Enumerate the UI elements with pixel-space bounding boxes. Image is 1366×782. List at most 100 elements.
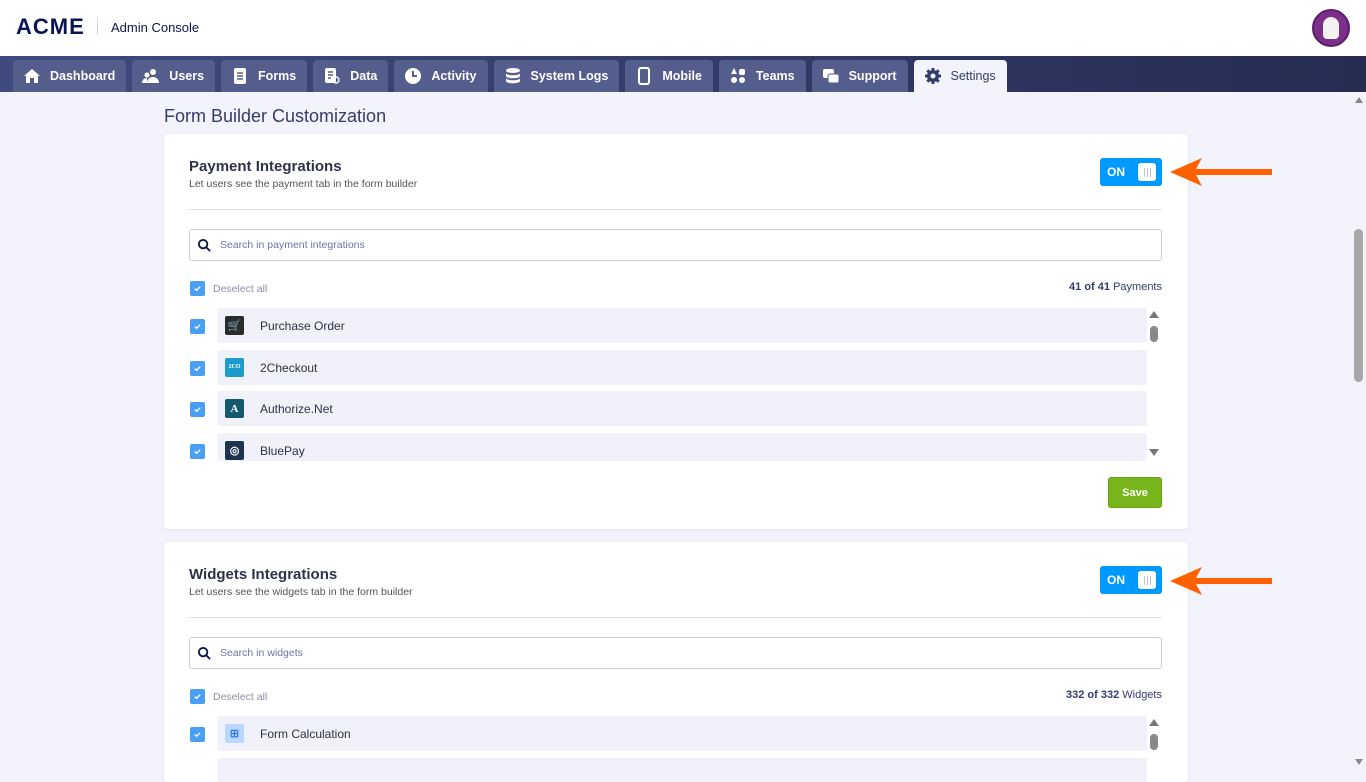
tab-forms[interactable]: Forms — [221, 60, 308, 92]
checkbox-checked[interactable] — [190, 319, 205, 334]
integration-item[interactable]: 🛒 Purchase Order — [217, 308, 1147, 343]
integration-item[interactable]: 2CO 2Checkout — [217, 349, 1147, 385]
teams-icon — [730, 68, 745, 83]
toggle-label: ON — [1107, 573, 1125, 587]
integration-name: Authorize.Net — [260, 402, 333, 417]
page-scrollbar[interactable] — [1352, 92, 1366, 768]
integration-name: Purchase Order — [260, 319, 345, 333]
toggle-knob — [1138, 163, 1156, 181]
tab-dashboard[interactable]: Dashboard — [13, 60, 127, 92]
divider — [189, 209, 1162, 210]
list-item — [190, 758, 1150, 782]
deselect-all[interactable]: Deselect all — [190, 281, 267, 296]
user-avatar[interactable] — [1312, 9, 1350, 47]
integration-logo-icon: ◎ — [225, 441, 244, 461]
integration-name: BluePay — [260, 444, 305, 459]
app-title: Admin Console — [111, 20, 200, 35]
count-value: 332 of 332 — [1065, 689, 1120, 701]
integration-logo-icon: 2CO — [225, 357, 244, 377]
tab-support[interactable]: Support — [811, 60, 908, 92]
list-item: ◎ BluePay — [190, 433, 1150, 461]
payment-search[interactable] — [189, 229, 1162, 261]
tab-settings[interactable]: Settings — [913, 60, 1007, 92]
annotation-arrow — [1170, 567, 1272, 595]
checkbox-checked[interactable] — [190, 360, 205, 376]
checkbox-checked[interactable] — [190, 689, 205, 704]
deselect-all[interactable]: Deselect all — [190, 689, 267, 704]
payment-search-input[interactable] — [220, 236, 1120, 254]
tab-label: Data — [350, 69, 378, 83]
tab-system-logs[interactable]: System Logs — [493, 60, 620, 92]
tab-label: Support — [848, 69, 897, 83]
annotation-arrow — [1170, 158, 1272, 186]
checkbox-checked[interactable] — [190, 402, 205, 418]
tab-label: Users — [169, 69, 205, 83]
integration-item[interactable]: A Authorize.Net — [217, 391, 1147, 427]
app-header: ACME Admin Console — [0, 0, 1366, 56]
section-title: Payment Integrations — [189, 158, 342, 175]
save-button[interactable]: Save — [1108, 477, 1162, 508]
main-nav: Dashboard Users Forms Data Activity System Lo… — [0, 56, 1366, 92]
integration-logo-icon: ⊞ — [225, 724, 244, 743]
payment-toggle[interactable]: ON — [1100, 158, 1162, 186]
widgets-list: ⊞ Form Calculation — [190, 716, 1162, 782]
integration-item[interactable]: ◎ BluePay — [217, 433, 1147, 461]
payment-integrations-card: Payment Integrations Let users see the p… — [164, 134, 1188, 529]
gear-icon — [924, 68, 941, 84]
count-unit: Widgets — [1122, 689, 1162, 701]
widgets-toggle[interactable]: ON — [1100, 566, 1162, 594]
tab-activity[interactable]: Activity — [394, 60, 488, 92]
widgets-search-input[interactable] — [220, 644, 1120, 662]
page-title: Form Builder Customization — [164, 106, 387, 126]
section-subtitle: Let users see the payment tab in the for… — [189, 178, 418, 190]
list-item: A Authorize.Net — [190, 391, 1150, 427]
integration-logo-icon: A — [225, 399, 244, 419]
divider — [189, 617, 1162, 618]
users-icon — [142, 69, 160, 83]
toggle-label: ON — [1107, 165, 1125, 179]
tab-users[interactable]: Users — [132, 60, 216, 92]
tab-label: Activity — [431, 69, 477, 83]
section-subtitle: Let users see the widgets tab in the for… — [189, 586, 413, 598]
count-value: 41 of 41 — [1069, 281, 1111, 293]
mobile-icon — [638, 67, 651, 85]
deselect-label: Deselect all — [213, 690, 268, 703]
search-icon — [197, 238, 211, 252]
payment-list: ◎ BluePay A Authorize.Net 2CO 2Checkout 🛒 Purch… — [190, 308, 1162, 461]
acme-logo[interactable]: ACME — [16, 14, 85, 40]
home-icon — [24, 69, 40, 83]
data-icon — [325, 68, 340, 84]
forms-icon — [234, 68, 247, 84]
database-icon — [505, 68, 520, 84]
list-scrollbar[interactable] — [1148, 308, 1160, 461]
chat-icon — [822, 69, 840, 84]
widgets-integrations-card: Widgets Integrations Let users see the w… — [164, 542, 1188, 782]
tab-label: Settings — [950, 69, 996, 83]
integration-name: 2Checkout — [260, 360, 318, 375]
widgets-search[interactable] — [189, 637, 1162, 669]
list-item: ⊞ Form Calculation — [190, 716, 1150, 752]
widgets-count: 332 of 332 Widgets — [1066, 689, 1162, 701]
tab-label: System Logs — [530, 69, 609, 83]
integration-item[interactable]: ⊞ Form Calculation — [217, 716, 1147, 751]
checkbox-checked[interactable] — [190, 444, 205, 460]
tab-label: Teams — [755, 69, 795, 83]
toggle-knob — [1138, 571, 1156, 589]
search-icon — [197, 646, 211, 660]
tab-data[interactable]: Data — [313, 60, 389, 92]
count-unit: Payments — [1113, 281, 1162, 293]
list-item: 2CO 2Checkout — [190, 349, 1150, 386]
checkbox-checked[interactable] — [190, 727, 205, 742]
payment-count: 41 of 41 Payments — [1069, 281, 1162, 293]
tab-label: Forms — [258, 69, 297, 83]
tab-teams[interactable]: Teams — [718, 60, 806, 92]
section-title: Widgets Integrations — [189, 566, 338, 583]
tab-mobile[interactable]: Mobile — [625, 60, 713, 92]
clock-icon — [405, 68, 422, 84]
tab-label: Dashboard — [50, 69, 116, 83]
tab-label: Mobile — [662, 69, 702, 83]
integration-logo-icon: 🛒 — [225, 316, 244, 335]
checkbox-checked[interactable] — [190, 281, 205, 296]
divider — [97, 17, 98, 35]
integration-name: Form Calculation — [260, 727, 351, 741]
